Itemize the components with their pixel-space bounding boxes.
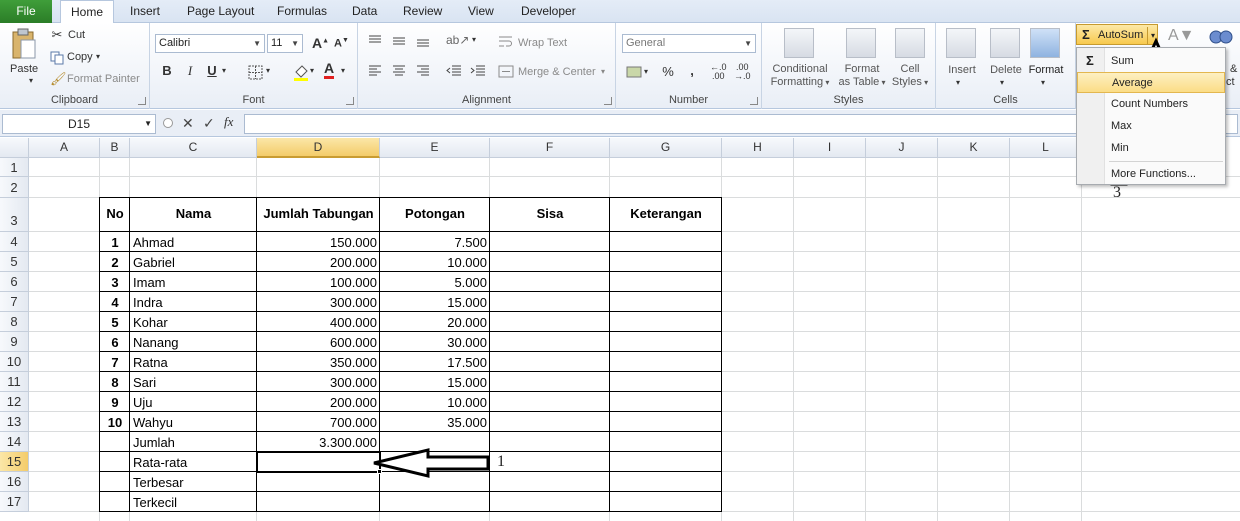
annotation-arrow-1 — [373, 448, 490, 478]
menu-item-min[interactable]: Min — [1077, 138, 1225, 159]
menu-item-average[interactable]: Average — [1077, 72, 1225, 93]
menu-item-sum[interactable]: Sum — [1077, 51, 1225, 72]
excel-window: File Home Insert Page Layout Formulas Da… — [0, 0, 1240, 521]
annotation-label-1: 1 — [497, 453, 505, 470]
annotation-label-3: 3 — [1113, 184, 1121, 201]
menu-item-more-functions[interactable]: More Functions... — [1077, 164, 1225, 185]
menu-item-max[interactable]: Max — [1077, 116, 1225, 137]
menu-separator — [1109, 161, 1223, 162]
annotation-overlay — [373, 37, 1173, 478]
menu-item-count-numbers[interactable]: Count Numbers — [1077, 94, 1225, 115]
autosum-dropdown-menu: Σ Sum Average Count Numbers Max Min More… — [1076, 47, 1226, 185]
